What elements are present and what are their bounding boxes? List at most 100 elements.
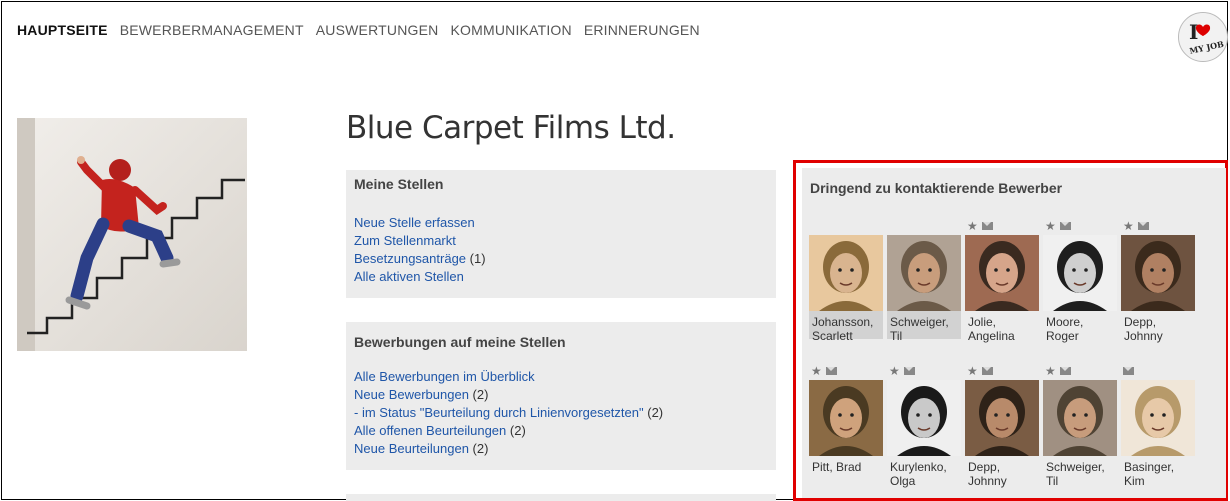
link-row: Neue Stelle erfassen <box>354 214 486 232</box>
candidate-name[interactable]: Depp, Johnny <box>1121 311 1195 343</box>
mail-icon[interactable] <box>825 367 837 375</box>
candidate-card[interactable]: ★ Pitt, Brad <box>809 365 883 484</box>
mail-icon[interactable] <box>903 367 915 375</box>
candidate-name[interactable]: Schweiger, Til <box>1043 456 1117 488</box>
link-aktive-stellen[interactable]: Alle aktiven Stellen <box>354 269 464 284</box>
link-stellenmarkt[interactable]: Zum Stellenmarkt <box>354 233 456 248</box>
candidate-card[interactable]: Basinger, Kim <box>1121 367 1195 488</box>
panel-meine-stellen: Meine Stellen Neue Stelle erfassen Zum S… <box>346 170 776 298</box>
candidate-card[interactable]: ★ Jolie, Angelina <box>965 220 1039 343</box>
urgent-title: Dringend zu kontaktierende Bewerber <box>810 180 1063 196</box>
candidate-name[interactable]: Jolie, Angelina <box>965 311 1039 343</box>
urgent-candidates-panel: Dringend zu kontaktierende Bewerber Joha… <box>802 168 1226 498</box>
candidate-name-line1: Basinger, <box>1124 460 1175 474</box>
link-row: Zum Stellenmarkt <box>354 232 486 250</box>
candidate-card[interactable]: Johansson, Scarlett <box>809 235 883 343</box>
candidate-name[interactable]: Johansson, Scarlett <box>809 311 883 343</box>
candidate-actions: ★ <box>811 364 837 378</box>
nav-kommunikation[interactable]: KOMMUNIKATION <box>450 22 571 38</box>
candidate-photo[interactable] <box>809 235 883 311</box>
link-row: Neue Beurteilungen (2) <box>354 440 663 458</box>
candidate-name[interactable]: Moore, Roger <box>1043 311 1117 343</box>
star-icon[interactable]: ★ <box>811 365 822 377</box>
candidate-name-line2: Scarlett <box>812 329 853 343</box>
svg-text:I: I <box>1189 20 1198 44</box>
mail-icon[interactable] <box>1123 367 1134 375</box>
nav-hauptseite[interactable]: HAUPTSEITE <box>17 22 108 38</box>
candidate-photo[interactable] <box>1043 380 1117 456</box>
nav-auswertungen[interactable]: AUSWERTUNGEN <box>316 22 439 38</box>
star-icon[interactable]: ★ <box>889 365 900 377</box>
candidate-actions: ★ <box>1123 219 1149 233</box>
candidate-name[interactable]: Depp, Johnny <box>965 456 1039 488</box>
candidate-actions: ★ <box>1045 219 1071 233</box>
candidate-card[interactable]: ★ Depp, Johnny <box>965 365 1039 488</box>
candidate-photo[interactable] <box>1121 380 1195 456</box>
link-alle-bewerbungen[interactable]: Alle Bewerbungen im Überblick <box>354 369 535 384</box>
candidate-name-line2: Johnny <box>1124 329 1163 343</box>
candidate-name[interactable]: Basinger, Kim <box>1121 456 1195 488</box>
candidate-name-line2: Kim <box>1124 474 1145 488</box>
candidate-name-line1: Jolie, <box>968 315 997 329</box>
star-icon[interactable]: ★ <box>1045 220 1056 232</box>
candidate-name-line2: Roger <box>1046 329 1079 343</box>
candidate-name-line1: Schweiger, <box>890 315 949 329</box>
company-title: Blue Carpet Films Ltd. <box>346 110 676 146</box>
candidate-photo[interactable] <box>1043 235 1117 311</box>
candidate-name-line1: Depp, <box>968 460 1001 474</box>
mail-icon[interactable] <box>1059 222 1071 230</box>
candidate-photo[interactable] <box>1121 235 1195 311</box>
link-row: Neue Bewerbungen (2) <box>354 386 663 404</box>
link-row: Besetzungsanträge (1) <box>354 250 486 268</box>
candidate-name[interactable]: Pitt, Brad <box>809 456 883 484</box>
candidate-name-line2: Olga <box>890 474 916 488</box>
candidate-name[interactable]: Kurylenko, Olga <box>887 456 961 488</box>
link-offene-beurteilungen[interactable]: Alle offenen Beurteilungen <box>354 423 506 438</box>
i-love-my-job-logo[interactable]: I MY JOB <box>1178 12 1228 62</box>
mail-icon[interactable] <box>1059 367 1071 375</box>
candidate-photo[interactable] <box>965 235 1039 311</box>
candidate-actions <box>1123 364 1134 378</box>
candidate-name-line2: Angelina <box>968 329 1015 343</box>
candidate-card[interactable]: ★ Depp, Johnny <box>1121 220 1195 343</box>
nav-bewerbermanagement[interactable]: BEWERBERMANAGEMENT <box>120 22 304 38</box>
link-row: Alle aktiven Stellen <box>354 268 486 286</box>
mail-icon[interactable] <box>1137 222 1149 230</box>
candidate-card[interactable]: ★ Kurylenko, Olga <box>887 365 961 488</box>
mail-icon[interactable] <box>981 367 993 375</box>
candidate-name-line1: Johansson, <box>812 315 874 329</box>
candidate-photo[interactable] <box>809 380 883 456</box>
candidate-photo[interactable] <box>887 235 961 311</box>
candidate-card[interactable]: ★ Schweiger, Til <box>1043 365 1117 488</box>
link-status-beurteilung[interactable]: - im Status "Beurteilung durch Linienvor… <box>354 405 644 420</box>
candidate-photo[interactable] <box>887 380 961 456</box>
candidate-name-line1: Kurylenko, <box>890 460 947 474</box>
candidate-name[interactable]: Schweiger, Til <box>887 311 961 343</box>
candidate-card[interactable]: ★ Moore, Roger <box>1043 220 1117 343</box>
candidate-actions: ★ <box>967 364 993 378</box>
candidate-name-line1: Schweiger, <box>1046 460 1105 474</box>
link-neue-stelle[interactable]: Neue Stelle erfassen <box>354 215 475 230</box>
hero-illustration <box>17 118 247 351</box>
link-neue-beurteilungen[interactable]: Neue Beurteilungen <box>354 441 469 456</box>
star-icon[interactable]: ★ <box>1045 365 1056 377</box>
candidate-name-line1: Depp, <box>1124 315 1157 329</box>
panel-lower-stub <box>346 494 776 501</box>
link-row: Alle offenen Beurteilungen (2) <box>354 422 663 440</box>
candidate-name-line2: Johnny <box>968 474 1007 488</box>
bewerbungen-links: Alle Bewerbungen im Überblick Neue Bewer… <box>354 368 663 458</box>
candidate-card[interactable]: Schweiger, Til <box>887 235 961 343</box>
link-neue-bewerbungen[interactable]: Neue Bewerbungen <box>354 387 469 402</box>
candidate-name-line2: Til <box>1046 474 1059 488</box>
star-icon[interactable]: ★ <box>967 365 978 377</box>
candidate-name-line1: Pitt, Brad <box>812 460 862 474</box>
urgent-candidates-box: Dringend zu kontaktierende Bewerber Joha… <box>793 160 1228 501</box>
link-besetzungsantraege[interactable]: Besetzungsanträge <box>354 251 466 266</box>
star-icon[interactable]: ★ <box>1123 220 1134 232</box>
star-icon[interactable]: ★ <box>967 220 978 232</box>
mail-icon[interactable] <box>981 222 993 230</box>
link-row: - im Status "Beurteilung durch Linienvor… <box>354 404 663 422</box>
count-badge: (2) <box>509 423 526 438</box>
candidate-photo[interactable] <box>965 380 1039 456</box>
nav-erinnerungen[interactable]: ERINNERUNGEN <box>584 22 700 38</box>
